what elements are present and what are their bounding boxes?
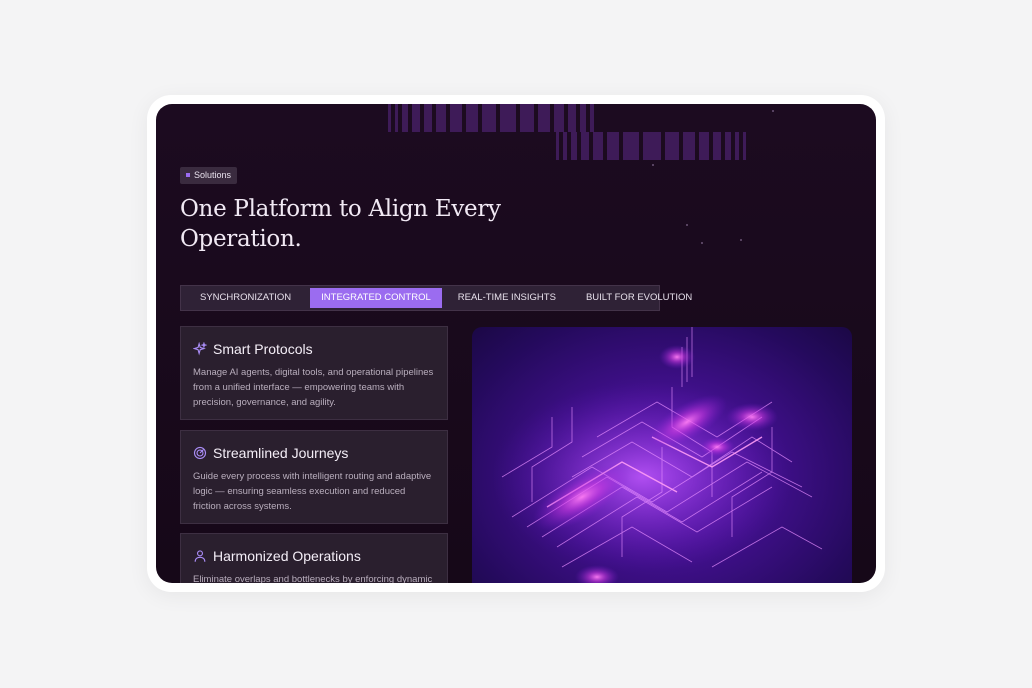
feature-title: Streamlined Journeys (213, 445, 349, 461)
feature-title: Smart Protocols (213, 341, 313, 357)
page-title: One Platform to Align Every Operation. (180, 196, 501, 252)
page-canvas: Solutions One Platform to Align Every Op… (156, 104, 876, 583)
users-icon (193, 549, 207, 563)
feature-card-header: Smart Protocols (193, 339, 435, 359)
tab-built-for-evolution[interactable]: BUILT FOR EVOLUTION (572, 288, 702, 308)
decorative-stripes-second (556, 132, 746, 160)
feature-card-streamlined-journeys: Streamlined Journeys Guide every process… (180, 430, 448, 524)
tab-real-time-insights[interactable]: REAL-TIME INSIGHTS (444, 288, 570, 308)
feature-description: Guide every process with intelligent rou… (193, 471, 432, 512)
feature-description: Manage AI agents, digital tools, and ope… (193, 367, 434, 408)
circuit-illustration (472, 327, 852, 583)
feature-card-smart-protocols: Smart Protocols Manage AI agents, digita… (180, 326, 448, 420)
section-badge: Solutions (180, 167, 238, 184)
feature-card-harmonized-operations: Harmonized Operations Eliminate overlaps… (180, 533, 448, 583)
solution-tabs: SYNCHRONIZATION INTEGRATED CONTROL REAL-… (180, 285, 692, 311)
badge-dot (186, 172, 190, 177)
feature-card-header: Harmonized Operations (193, 546, 435, 566)
decorative-stripes-top (388, 104, 594, 132)
circuit-lines-graphic (492, 327, 823, 583)
feature-title: Harmonized Operations (213, 548, 361, 564)
target-icon (193, 446, 207, 460)
badge-label: Solutions (194, 170, 232, 180)
feature-card-header: Streamlined Journeys (193, 443, 435, 463)
feature-description: Eliminate overlaps and bottlenecks by en… (193, 574, 433, 583)
tab-integrated-control[interactable]: INTEGRATED CONTROL (310, 288, 442, 308)
sparkles-icon (193, 342, 207, 356)
tab-synchronization[interactable]: SYNCHRONIZATION (183, 288, 308, 308)
